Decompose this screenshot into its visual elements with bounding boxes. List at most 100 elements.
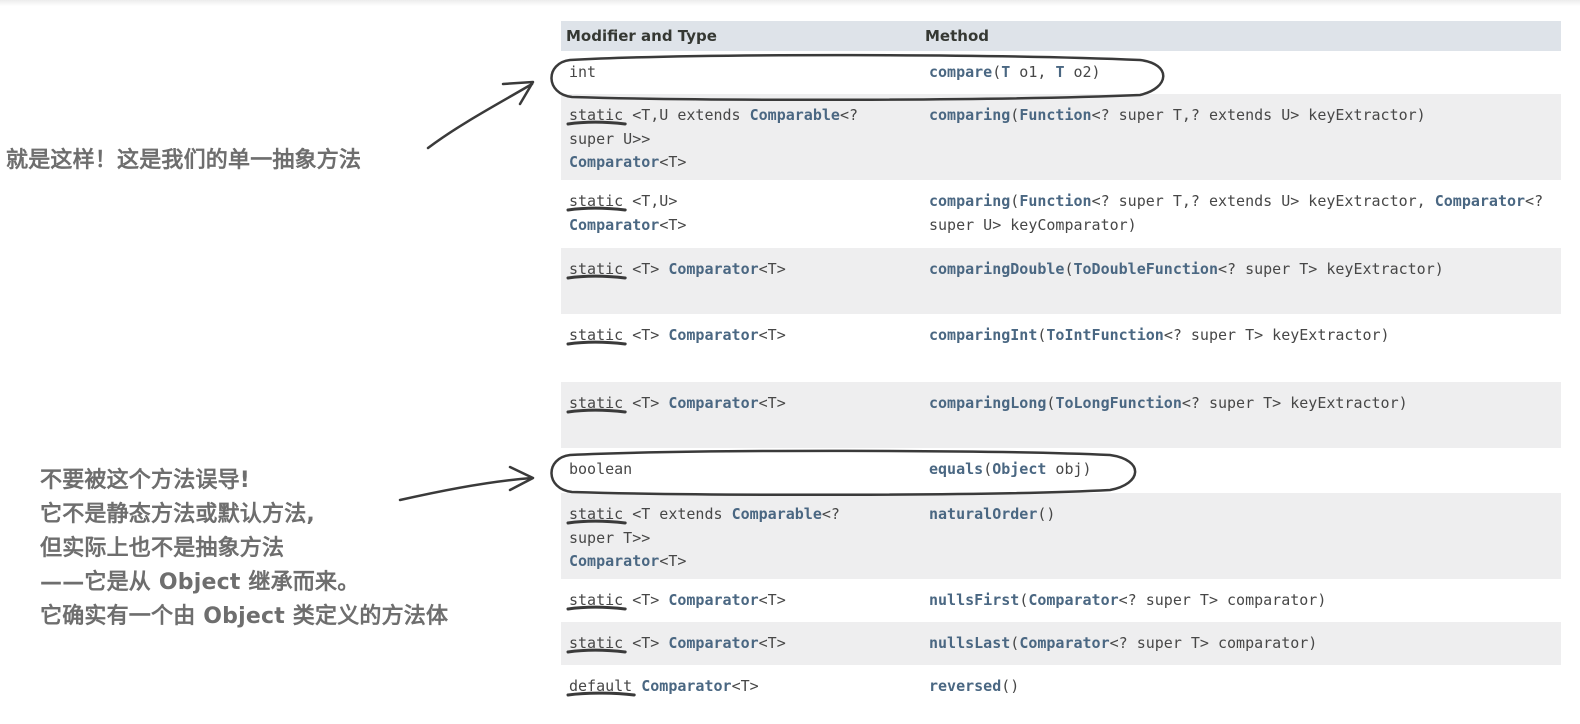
type-link[interactable]: T	[1001, 63, 1010, 81]
type-link[interactable]: Function	[1019, 106, 1091, 124]
annotation-bottom-note: 不要被这个方法误导! 它不是静态方法或默认方法, 但实际上也不是抽象方法 ——它…	[40, 464, 448, 634]
annotation-line: ——它是从 Object 继承而来。	[40, 570, 360, 595]
mod-line: default Comparator<T>	[569, 675, 925, 699]
code-text: static	[569, 106, 624, 124]
method-cell: comparingDouble(ToDoubleFunction<? super…	[925, 248, 1561, 282]
type-link[interactable]: Function	[1019, 192, 1091, 210]
type-link[interactable]: Comparator	[569, 552, 659, 570]
type-link[interactable]: Object	[992, 460, 1046, 478]
method-name-link[interactable]: reversed	[929, 677, 1001, 695]
modifier-type-cell: static <T extends Comparable<? super T>> C…	[561, 493, 925, 574]
type-link[interactable]: ToDoubleFunction	[1074, 260, 1219, 278]
table-row: boolean equals(Object obj)	[561, 448, 1561, 493]
table-row: int compare(T o1, T o2)	[561, 51, 1561, 94]
method-name-link[interactable]: comparing	[929, 192, 1010, 210]
code-text: (	[1010, 106, 1020, 124]
modifier-type-cell: boolean	[561, 448, 925, 482]
type-link[interactable]: Comparator	[569, 153, 659, 171]
method-cell: naturalOrder()	[925, 493, 1561, 527]
type-link[interactable]: Comparator	[1028, 591, 1118, 609]
type-link[interactable]: Comparable	[750, 106, 840, 124]
code-text: <T>	[659, 215, 687, 234]
code-text: <? super T,? extends U> keyExtractor)	[1091, 106, 1426, 124]
code-text: (	[1010, 192, 1020, 210]
arrowhead-top	[501, 80, 535, 106]
method-line: compare(T o1, T o2)	[929, 61, 1561, 85]
method-line: super U> keyComparator)	[929, 214, 1561, 238]
header-method: Method	[925, 27, 989, 45]
code-text: (	[992, 63, 1002, 81]
mod-line: static <T> Comparator<T>	[569, 589, 925, 613]
modifier-type-cell: static <T> Comparator<T>	[561, 314, 925, 348]
method-cell: nullsFirst(Comparator<? super T> compara…	[925, 579, 1561, 613]
code-text: static	[569, 326, 624, 344]
method-line: comparing(Function<? super T,? extends U…	[929, 104, 1561, 128]
method-cell: comparingInt(ToIntFunction<? super T> ke…	[925, 314, 1561, 348]
mod-line: int	[569, 61, 925, 85]
method-name-link[interactable]: comparingLong	[929, 394, 1046, 412]
type-link[interactable]: Comparator	[569, 216, 659, 234]
code-text: default	[569, 677, 633, 695]
code-text: <? super T> keyExtractor)	[1218, 260, 1444, 278]
method-cell: comparing(Function<? super T,? extends U…	[925, 180, 1561, 237]
code-text: <T>	[758, 326, 786, 344]
type-link[interactable]: Comparator	[668, 591, 758, 609]
method-name-link[interactable]: nullsLast	[929, 634, 1010, 652]
type-link[interactable]: Comparator	[668, 634, 758, 652]
modifier-type-cell: static <T> Comparator<T>	[561, 622, 925, 656]
annotation-line: 不要被这个方法误导!	[40, 468, 251, 493]
mod-line: static <T> Comparator<T>	[569, 324, 925, 348]
method-cell: reversed()	[925, 665, 1561, 699]
type-link[interactable]: Comparator	[1019, 634, 1109, 652]
method-name-link[interactable]: equals	[929, 460, 983, 478]
type-link[interactable]: Comparator	[641, 677, 731, 695]
code-text: super U>>	[569, 129, 651, 148]
method-line: comparing(Function<? super T,? extends U…	[929, 190, 1561, 214]
method-name-link[interactable]: comparingDouble	[929, 260, 1064, 278]
method-line: comparingInt(ToIntFunction<? super T> ke…	[929, 324, 1561, 348]
code-text: <T>	[623, 591, 669, 609]
code-text: <T>	[623, 326, 669, 344]
type-link[interactable]: Comparator	[668, 326, 758, 344]
annotation-line: 它确实有一个由 Object 类定义的方法体	[40, 604, 449, 629]
code-text: static	[569, 634, 624, 652]
method-name-link[interactable]: comparing	[929, 106, 1010, 124]
type-link[interactable]: Comparable	[732, 505, 822, 523]
mod-line: super U>>	[569, 128, 925, 152]
method-line: comparingLong(ToLongFunction<? super T> …	[929, 392, 1561, 416]
code-text: int	[569, 63, 597, 81]
code-text: (	[1019, 591, 1029, 609]
code-text: (	[983, 460, 993, 478]
code-text: <T>	[758, 591, 786, 609]
method-name-link[interactable]: compare	[929, 63, 992, 81]
modifier-type-cell: static <T,U extends Comparable<? super U>…	[561, 94, 925, 175]
table-row: default Comparator<T> reversed()	[561, 665, 1561, 708]
table-row: static <T> Comparator<T> nullsLast(Compar…	[561, 622, 1561, 665]
method-line: comparingDouble(ToDoubleFunction<? super…	[929, 258, 1561, 282]
code-text: <T>	[758, 634, 786, 652]
table-row: static <T> Comparator<T> comparingInt(ToI…	[561, 314, 1561, 382]
table-row: static <T> Comparator<T> nullsFirst(Compa…	[561, 579, 1561, 622]
method-name-link[interactable]: naturalOrder	[929, 505, 1037, 523]
type-link[interactable]: Comparator	[668, 394, 758, 412]
table-header: Modifier and Type Method	[561, 21, 1561, 51]
code-text: super U> keyComparator)	[929, 215, 1137, 234]
modifier-type-cell: int	[561, 51, 925, 85]
code-text: <T extends	[623, 505, 732, 523]
code-text: ()	[1001, 677, 1020, 695]
method-name-link[interactable]: nullsFirst	[929, 591, 1019, 609]
type-link[interactable]: Comparator	[668, 260, 758, 278]
top-shadow	[0, 0, 1580, 6]
type-link[interactable]: Comparator	[1435, 192, 1525, 210]
type-link[interactable]: ToLongFunction	[1055, 394, 1181, 412]
code-text: <?	[839, 106, 858, 124]
type-link[interactable]: ToIntFunction	[1046, 326, 1163, 344]
code-text: <?	[1525, 192, 1544, 210]
code-text: static	[569, 394, 624, 412]
mod-line: Comparator<T>	[569, 550, 925, 574]
method-line: reversed()	[929, 675, 1561, 699]
method-name-link[interactable]: comparingInt	[929, 326, 1037, 344]
header-modifier-type: Modifier and Type	[566, 27, 717, 45]
arrowhead-bottom	[508, 465, 535, 492]
